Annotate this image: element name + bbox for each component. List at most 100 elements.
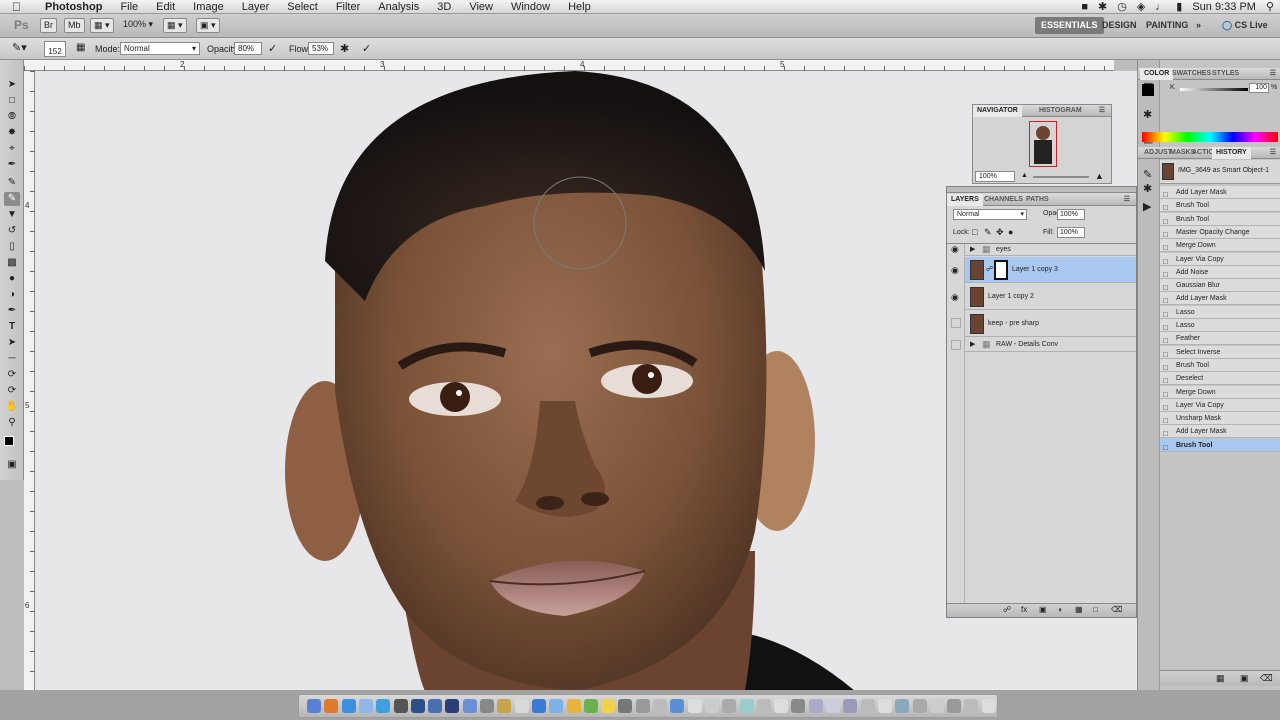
new-document-from-state-icon[interactable]: ▦	[1216, 673, 1225, 684]
dock-app-icon[interactable]	[929, 699, 944, 713]
menu-image[interactable]: Image	[184, 0, 233, 14]
blur-tool-icon[interactable]: ●	[4, 272, 20, 286]
spot-healing-tool-icon[interactable]: ✎	[4, 176, 20, 190]
color-value-input[interactable]: 100	[1249, 83, 1269, 93]
disclosure-triangle-icon[interactable]: ▶	[970, 245, 975, 253]
dock-app-icon[interactable]	[410, 699, 425, 713]
workspace-overflow[interactable]: »	[1190, 17, 1207, 34]
dock-app-icon[interactable]	[341, 699, 356, 713]
dock-app-icon[interactable]	[877, 699, 892, 713]
pressure-size-icon[interactable]: ✓	[362, 42, 371, 55]
add-mask-icon[interactable]: ▣	[1039, 605, 1047, 614]
dock-app-icon[interactable]	[981, 699, 996, 713]
brush-panel-toggle-icon[interactable]: ▦	[76, 42, 85, 53]
dock-app-icon[interactable]	[583, 699, 598, 713]
dock-app-icon[interactable]	[895, 699, 910, 713]
history-state[interactable]: □ Brush Tool	[1160, 358, 1280, 372]
dock-app-icon[interactable]	[428, 699, 443, 713]
dock-app-icon[interactable]	[601, 699, 616, 713]
dock-app-icon[interactable]	[376, 699, 391, 713]
bluetooth-icon[interactable]: ✱	[1098, 0, 1107, 14]
layer-style-icon[interactable]: fx	[1021, 605, 1027, 614]
dock-app-icon[interactable]	[687, 699, 702, 713]
battery-icon[interactable]: ▮	[1176, 0, 1182, 14]
history-state[interactable]: □ Feather	[1160, 332, 1280, 346]
quick-mask-icon[interactable]: ▣	[4, 458, 20, 472]
color-slider[interactable]	[1180, 88, 1248, 91]
history-state[interactable]: □ Lasso	[1160, 305, 1280, 319]
disclosure-triangle-icon[interactable]: ▶	[970, 340, 975, 348]
menu-help[interactable]: Help	[559, 0, 600, 14]
dock-app-icon[interactable]	[670, 699, 685, 713]
dock-app-icon[interactable]	[566, 699, 581, 713]
menubar-clock[interactable]: Sun 9:33 PM	[1192, 0, 1256, 14]
quick-selection-tool-icon[interactable]: ✸	[4, 126, 20, 140]
delete-layer-icon[interactable]: ⌫	[1111, 605, 1122, 614]
eraser-tool-icon[interactable]: ▯	[4, 240, 20, 254]
dock-app-icon[interactable]	[964, 699, 979, 713]
history-panel-icon[interactable]: ✎	[1143, 168, 1152, 181]
dock-app-icon[interactable]	[497, 699, 512, 713]
visibility-toggle-off[interactable]	[951, 340, 961, 350]
layer-layer-1-copy-3[interactable]: ☍ Layer 1 copy 3	[964, 257, 1136, 283]
dock-app-icon[interactable]	[635, 699, 650, 713]
apple-menu-icon[interactable]: 	[12, 0, 26, 14]
3d-rotate-tool-icon[interactable]: ⟳	[4, 368, 20, 382]
history-state[interactable]: □ Merge Down	[1160, 239, 1280, 253]
history-state[interactable]: □ Deselect	[1160, 372, 1280, 386]
navigator-thumbnail[interactable]	[1029, 121, 1057, 167]
color-panel-menu-icon[interactable]: ☰	[1266, 68, 1280, 80]
marquee-tool-icon[interactable]: □	[4, 94, 20, 108]
mode-select[interactable]: Normal ▾	[120, 42, 200, 55]
dock-app-icon[interactable]	[704, 699, 719, 713]
eyedropper-tool-icon[interactable]: ✒	[4, 158, 20, 172]
tab-styles[interactable]: STYLES	[1208, 68, 1243, 80]
delete-state-icon[interactable]: ⌫	[1260, 673, 1273, 684]
info-panel-icon[interactable]: ✱	[1143, 108, 1152, 121]
mini-bridge-button[interactable]: Mb	[64, 18, 85, 33]
adjustment-layer-icon[interactable]: ◑	[1057, 605, 1062, 614]
hand-tool-icon[interactable]: ✋	[4, 400, 20, 414]
status-icon[interactable]: ■	[1081, 0, 1088, 14]
new-group-icon[interactable]: ▦	[1075, 605, 1083, 614]
visibility-eye-icon[interactable]: ◉	[951, 244, 959, 255]
actions-panel-icon[interactable]: ▶	[1143, 200, 1151, 213]
panel-menu-icon[interactable]: ☰	[1095, 105, 1109, 117]
menu-file[interactable]: File	[111, 0, 147, 14]
tab-layers[interactable]: LAYERS	[947, 194, 983, 206]
history-state[interactable]: □ Select Inverse	[1160, 345, 1280, 359]
new-layer-icon[interactable]: □	[1093, 605, 1098, 614]
dock-app-icon[interactable]	[756, 699, 771, 713]
clone-stamp-tool-icon[interactable]: ▼	[4, 208, 20, 222]
lock-all-icon[interactable]: ●	[1008, 227, 1013, 237]
wifi-icon[interactable]: ◈	[1137, 0, 1145, 14]
layer-keep-pre-sharp[interactable]: keep - pre sharp	[964, 311, 1136, 337]
tab-history[interactable]: HISTORY	[1212, 147, 1251, 159]
path-selection-tool-icon[interactable]: ➤	[4, 336, 20, 350]
layers-panel-menu-icon[interactable]: ☰	[1120, 194, 1134, 206]
workspace-painting[interactable]: PAINTING	[1140, 17, 1194, 34]
dock-app-icon[interactable]	[462, 699, 477, 713]
brush-tool-preset-icon[interactable]: ✎▾	[12, 41, 27, 54]
opacity-input[interactable]: 80%	[234, 42, 262, 55]
history-state[interactable]: □ Brush Tool	[1160, 199, 1280, 213]
type-tool-icon[interactable]: T	[4, 320, 20, 334]
history-snapshot[interactable]: IMG_3649 as Smart Object-1	[1160, 160, 1280, 184]
menu-edit[interactable]: Edit	[147, 0, 184, 14]
zoom-tool-icon[interactable]: ⚲	[4, 416, 20, 430]
brush-tool-icon[interactable]: ✎	[4, 192, 20, 206]
pen-tool-icon[interactable]: ✒	[4, 304, 20, 318]
visibility-eye-icon[interactable]: ◉	[951, 292, 959, 303]
crop-tool-icon[interactable]: ⌖	[4, 142, 20, 156]
layer-opacity-input[interactable]: 100%	[1057, 209, 1085, 220]
lock-image-icon[interactable]: ✎	[984, 227, 992, 238]
dock-app-icon[interactable]	[307, 699, 321, 713]
menu-analysis[interactable]: Analysis	[369, 0, 428, 14]
history-panel-menu-icon[interactable]: ☰	[1266, 147, 1280, 159]
history-state[interactable]: □ Brush Tool	[1160, 438, 1280, 452]
menu-app-photoshop[interactable]: Photoshop	[36, 0, 111, 14]
shape-tool-icon[interactable]: ─	[4, 352, 20, 366]
history-state[interactable]: □ Lasso	[1160, 319, 1280, 332]
zoom-in-icon[interactable]: ▲	[1095, 171, 1104, 181]
blend-mode-select[interactable]: Normal ▾	[953, 209, 1027, 220]
